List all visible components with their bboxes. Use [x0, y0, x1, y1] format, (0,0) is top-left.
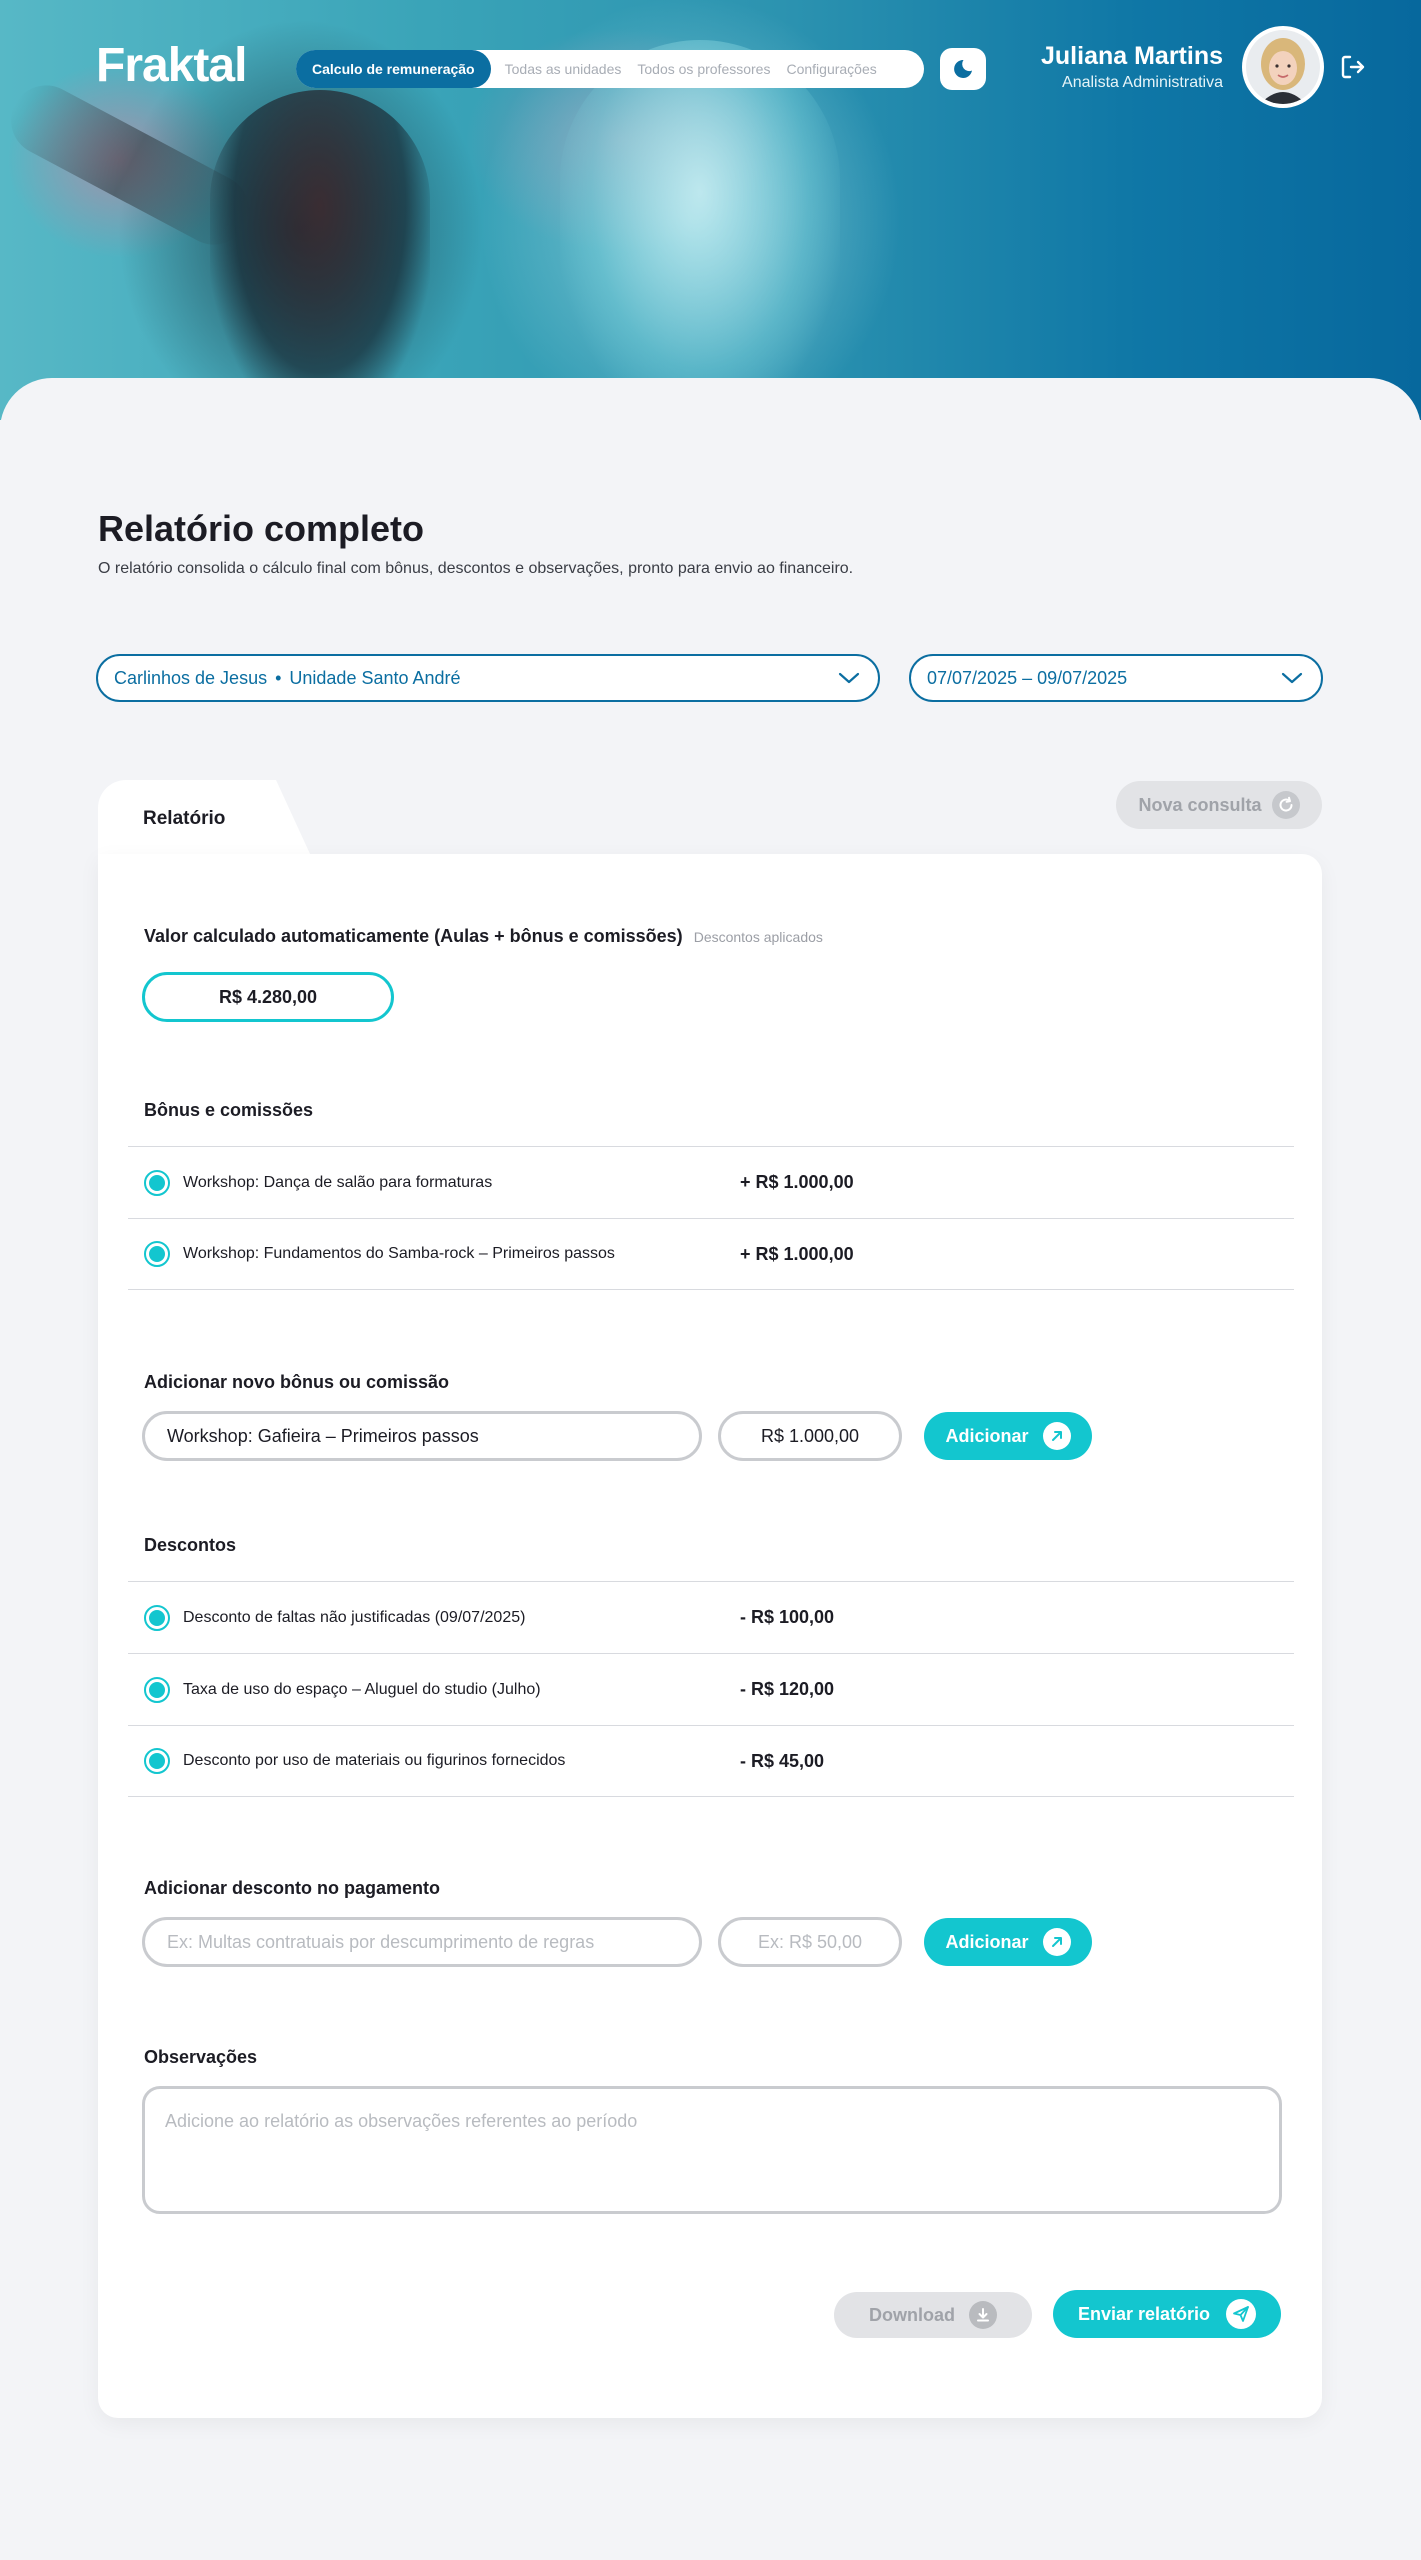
- calculated-value: R$ 4.280,00: [142, 972, 394, 1022]
- send-report-label: Enviar relatório: [1077, 2303, 1211, 2324]
- theme-toggle-button[interactable]: [940, 48, 986, 90]
- list-item: Desconto de faltas não justificadas (09/…: [128, 1581, 1294, 1653]
- notes-section-title: Observações: [144, 2047, 258, 2067]
- chevron-down-icon: [838, 672, 860, 684]
- bonus-amount-input[interactable]: [718, 1411, 902, 1461]
- discounts-list: Desconto de faltas não justificadas (09/…: [128, 1581, 1294, 1797]
- moon-star-icon: [954, 59, 972, 78]
- download-label: Download: [869, 2304, 955, 2325]
- discount-description-input[interactable]: [142, 1917, 702, 1967]
- calculated-section-title: Valor calculado automaticamente (Aulas +…: [144, 926, 823, 947]
- user-name: Juliana Martins: [1041, 42, 1223, 70]
- new-query-label: Nova consulta: [1138, 794, 1262, 815]
- logout-button[interactable]: [1338, 52, 1368, 82]
- discount-amount: - R$ 45,00: [740, 1750, 825, 1771]
- list-item: Workshop: Dança de salão para formaturas…: [128, 1146, 1294, 1218]
- page-title: Relatório completo: [98, 508, 425, 549]
- nav-item-professores[interactable]: Todos os professores: [629, 50, 778, 88]
- add-discount-label: Adicionar: [945, 1931, 1029, 1952]
- hero-photo-shape: [560, 40, 840, 420]
- radio-checked-icon[interactable]: [144, 1241, 170, 1267]
- nav-item-unidades[interactable]: Todas as unidades: [497, 50, 630, 88]
- tab-relatorio-label: Relatório: [143, 808, 226, 829]
- discounts-section-title: Descontos: [144, 1535, 237, 1555]
- paper-plane-icon: [1226, 2299, 1257, 2329]
- list-item: Desconto por uso de materiais ou figurin…: [128, 1725, 1294, 1797]
- radio-checked-icon[interactable]: [144, 1676, 170, 1703]
- bonus-label: Workshop: Fundamentos do Samba-rock – Pr…: [183, 1245, 615, 1262]
- teacher-unit-select[interactable]: Carlinhos de Jesus • Unidade Santo André: [96, 654, 880, 702]
- chevron-down-icon: [1281, 672, 1303, 684]
- hero-photo-shape: [210, 90, 430, 420]
- arrow-up-right-icon: [1042, 1928, 1071, 1956]
- refresh-icon: [1271, 791, 1300, 819]
- bonus-amount: + R$ 1.000,00: [740, 1243, 854, 1264]
- list-item: Workshop: Fundamentos do Samba-rock – Pr…: [128, 1218, 1294, 1290]
- bonus-amount: + R$ 1.000,00: [740, 1172, 854, 1192]
- radio-checked-icon[interactable]: [144, 1169, 170, 1196]
- main-nav: Calculo de remuneração Todas as unidades…: [296, 50, 924, 88]
- download-button[interactable]: Download: [834, 2292, 1032, 2338]
- discount-label: Desconto de faltas não justificadas (09/…: [183, 1608, 526, 1626]
- calculated-note: Descontos aplicados: [693, 929, 823, 945]
- add-discount-title: Adicionar desconto no pagamento: [144, 1878, 441, 1898]
- selected-unit: Unidade Santo André: [289, 667, 461, 688]
- nav-item-configuracoes[interactable]: Configurações: [778, 50, 884, 88]
- radio-checked-icon[interactable]: [144, 1748, 170, 1774]
- brand-logo[interactable]: Fraktal: [96, 38, 247, 93]
- discount-amount: - R$ 100,00: [740, 1607, 835, 1627]
- discount-label: Taxa de uso do espaço – Aluguel do studi…: [183, 1680, 541, 1698]
- bonus-label: Workshop: Dança de salão para formaturas: [183, 1173, 493, 1191]
- list-item: Taxa de uso do espaço – Aluguel do studi…: [128, 1653, 1294, 1725]
- bonus-description-input[interactable]: [142, 1411, 702, 1461]
- period-select[interactable]: 07/07/2025 – 09/07/2025: [909, 654, 1323, 702]
- avatar-portrait-icon: [1246, 30, 1320, 104]
- add-discount-button[interactable]: Adicionar: [924, 1918, 1092, 1966]
- discount-amount: - R$ 120,00: [740, 1679, 835, 1699]
- download-icon: [969, 2301, 997, 2329]
- selected-period: 07/07/2025 – 09/07/2025: [927, 667, 1128, 688]
- notes-textarea[interactable]: [142, 2086, 1282, 2214]
- bonus-section-title: Bônus e comissões: [144, 1100, 314, 1120]
- arrow-up-right-icon: [1042, 1422, 1071, 1450]
- calculated-title: Valor calculado automaticamente (Aulas +…: [144, 926, 683, 946]
- add-bonus-label: Adicionar: [945, 1425, 1029, 1446]
- user-role: Analista Administrativa: [1062, 74, 1223, 91]
- new-query-button[interactable]: Nova consulta: [1116, 781, 1322, 829]
- selected-teacher: Carlinhos de Jesus: [114, 667, 268, 688]
- nav-item-remuneracao[interactable]: Calculo de remuneração: [296, 50, 491, 88]
- send-report-button[interactable]: Enviar relatório: [1053, 2290, 1281, 2338]
- avatar[interactable]: [1242, 26, 1324, 108]
- discount-amount-input[interactable]: [718, 1917, 902, 1967]
- add-bonus-button[interactable]: Adicionar: [924, 1412, 1092, 1460]
- radio-checked-icon[interactable]: [144, 1604, 170, 1631]
- add-bonus-title: Adicionar novo bônus ou comissão: [144, 1372, 450, 1392]
- separator-dot: •: [275, 667, 282, 688]
- discount-label: Desconto por uso de materiais ou figurin…: [183, 1752, 566, 1769]
- bonus-list: Workshop: Dança de salão para formaturas…: [128, 1146, 1294, 1290]
- page-subtitle: O relatório consolida o cálculo final co…: [98, 560, 854, 577]
- logout-icon: [1341, 55, 1365, 79]
